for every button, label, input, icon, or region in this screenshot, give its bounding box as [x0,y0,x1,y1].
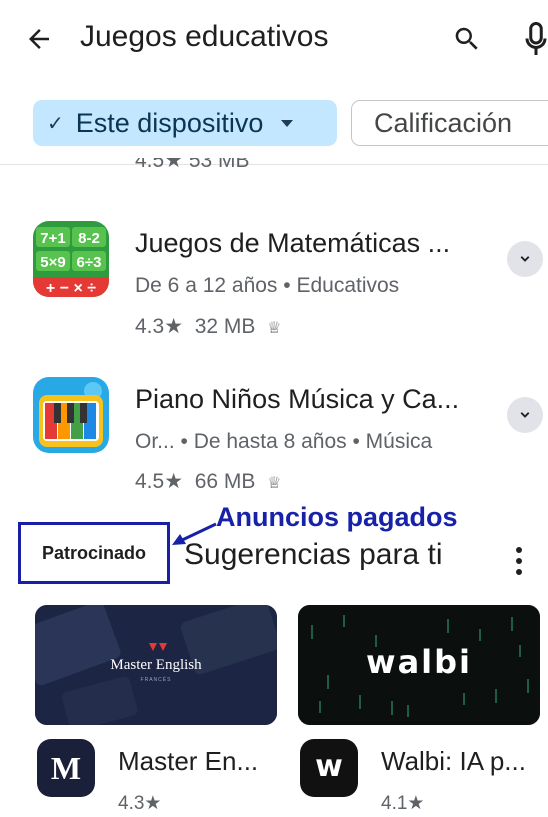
app-title[interactable]: Piano Niños Música y Ca... [135,384,459,415]
banner-subtitle: FRANCÉS [140,677,172,683]
banner-title: Master English [110,657,202,673]
piano-kids-icon[interactable] [33,377,109,453]
banner-title: walbi [366,643,472,681]
app-title[interactable]: Juegos de Matemáticas ... [135,228,450,259]
chip-label: Este dispositivo [75,107,264,138]
walbi-logo[interactable]: w [300,739,358,797]
card-rating: 4.3★ [118,793,162,814]
master-english-logo[interactable]: M [37,739,95,797]
math-game-icon[interactable]: 7+1 8-2 5×9 6÷3 + − × ÷ [33,221,109,297]
more-options-icon[interactable] [508,544,530,578]
card-title[interactable]: Master En... [118,746,258,777]
expand-chevron-icon[interactable] [507,241,543,277]
partial-app-row: 4.5★ 53 MB [135,158,335,172]
svg-text:5×9: 5×9 [40,254,65,271]
expand-chevron-icon[interactable] [507,397,543,433]
app-rating-line: 4.3★ 32 MB ♕ [135,314,281,339]
app-rating: 4.5★ [135,470,184,493]
teacher-approved-icon: ♕ [267,475,282,492]
app-rating-line: 4.5★ 66 MB ♕ [135,469,281,494]
svg-text:+ − × ÷: + − × ÷ [46,280,96,297]
check-icon: ✓ [47,112,64,135]
search-query-text[interactable]: Juegos educativos [80,20,329,54]
chip-este-dispositivo[interactable]: ✓ Este dispositivo [33,100,337,146]
dropdown-triangle-icon [281,119,294,127]
search-icon[interactable] [452,24,484,56]
card-rating: 4.1★ [381,793,425,814]
app-size: 66 MB [194,470,256,493]
section-title: Sugerencias para ti [184,538,443,571]
annotation-text: Anuncios pagados [216,502,458,532]
svg-text:8-2: 8-2 [78,230,100,247]
master-english-banner[interactable]: Master English FRANCÉS [35,605,277,725]
microphone-icon[interactable] [523,22,548,58]
svg-text:6÷3: 6÷3 [77,254,102,271]
card-title[interactable]: Walbi: IA p... [381,746,526,777]
chip-label: Calificación [374,107,513,138]
back-arrow-icon[interactable] [22,22,56,56]
app-rating: 4.3★ [135,315,184,338]
sponsored-badge-box: Patrocinado [18,522,170,584]
app-meta: De 6 a 12 años • Educativos [135,274,400,297]
teacher-approved-icon: ♕ [267,320,282,337]
sponsored-badge: Patrocinado [41,542,147,563]
svg-text:7+1: 7+1 [40,230,65,247]
chip-calificacion[interactable]: Calificación [351,100,548,146]
partial-rating-text: 4.5★ 53 MB [135,158,250,172]
app-size: 32 MB [194,315,256,338]
logo-letter: w [315,748,343,784]
logo-letter: M [50,749,82,786]
app-meta: Or... • De hasta 8 años • Música [135,430,433,453]
walbi-banner[interactable]: walbi [298,605,540,725]
